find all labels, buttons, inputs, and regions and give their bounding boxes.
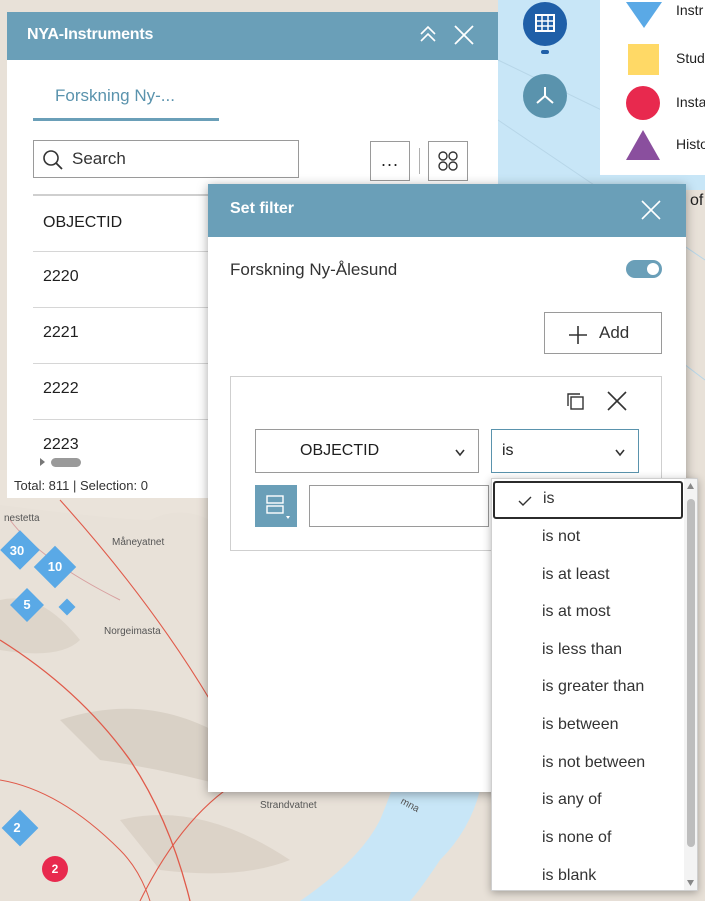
close-icon xyxy=(607,391,627,411)
row-divider xyxy=(33,419,213,420)
operator-select-value: is xyxy=(502,442,514,459)
close-icon xyxy=(454,25,474,45)
triangle-up-icon xyxy=(626,130,660,160)
cluster-marker[interactable]: 10 xyxy=(33,545,77,589)
operator-option[interactable]: is none of xyxy=(492,820,684,858)
operator-option[interactable]: is between xyxy=(492,707,684,745)
field-select-value: OBJECTID xyxy=(300,442,380,459)
legend-label: Instr xyxy=(676,2,704,18)
chevron-down-icon xyxy=(455,449,465,457)
panel-title: NYA-Instruments xyxy=(27,26,154,43)
chevron-down-icon xyxy=(615,449,625,457)
grid-circles-icon xyxy=(438,151,458,171)
row-divider xyxy=(33,307,213,308)
operator-option[interactable]: is blank xyxy=(492,858,684,896)
input-mode-button[interactable] xyxy=(255,485,297,527)
legend-label: Insta xyxy=(676,94,705,110)
value-input[interactable] xyxy=(309,485,489,527)
add-label: Add xyxy=(599,323,630,342)
table-row[interactable]: 2220 xyxy=(43,268,79,286)
map-label: nestetta xyxy=(4,513,40,524)
table-widget-button[interactable] xyxy=(523,2,567,46)
collapse-button[interactable] xyxy=(417,22,439,54)
cluster-marker[interactable]: 5 xyxy=(10,588,44,622)
scroll-down-icon xyxy=(687,880,694,886)
operator-option[interactable]: is not xyxy=(492,519,684,557)
square-icon xyxy=(628,44,659,75)
search-placeholder: Search xyxy=(72,149,126,168)
operator-option[interactable]: is any of xyxy=(492,782,684,820)
column-header-objectid[interactable]: OBJECTID xyxy=(43,214,122,232)
map-label: Norgeimasta xyxy=(104,626,161,637)
plus-icon xyxy=(569,326,587,344)
toolbar-divider xyxy=(419,148,420,174)
table-row[interactable]: 2221 xyxy=(43,324,79,342)
legend-partial-text: of xyxy=(690,192,704,209)
search-input[interactable]: Search xyxy=(33,140,299,178)
dialog-title: Set filter xyxy=(230,200,295,217)
table-row[interactable]: 2222 xyxy=(43,380,79,398)
tab-forskning[interactable]: Forskning Ny-... xyxy=(55,86,175,106)
field-select[interactable]: OBJECTID xyxy=(255,429,479,473)
more-options-button[interactable]: ... xyxy=(370,141,410,181)
legend-panel: Instr Stud Insta Histo xyxy=(600,0,705,175)
cluster-marker[interactable]: 2 xyxy=(1,809,39,847)
map-label: Strandvatnet xyxy=(260,800,317,811)
operator-option[interactable]: is at most xyxy=(492,594,684,632)
check-icon xyxy=(518,496,532,506)
layer-filter-toggle[interactable] xyxy=(626,260,662,278)
operator-option[interactable]: is not between xyxy=(492,745,684,783)
add-clause-button[interactable]: Add xyxy=(544,312,662,354)
operator-option[interactable]: is less than xyxy=(492,632,684,670)
circle-icon xyxy=(626,86,660,120)
layer-name: Forskning Ny-Ålesund xyxy=(230,260,398,279)
close-panel-button[interactable] xyxy=(451,22,477,54)
legend-label: Histo xyxy=(676,136,705,152)
table-icon xyxy=(535,14,555,32)
close-icon xyxy=(641,200,661,220)
cluster-marker[interactable]: 30 xyxy=(0,530,40,570)
tab-active-underline xyxy=(33,118,219,121)
operator-select[interactable]: is xyxy=(491,429,639,473)
operator-option-is[interactable]: is xyxy=(493,481,683,519)
point-marker[interactable] xyxy=(58,598,76,616)
map-label: Måneyatnet xyxy=(112,537,165,548)
row-divider xyxy=(33,251,213,252)
table-row[interactable]: 2223 xyxy=(43,436,79,454)
row-divider xyxy=(33,363,213,364)
dropdown-scroll-thumb[interactable] xyxy=(687,499,695,847)
operator-dropdown-list[interactable]: is is not is at least is at most is less… xyxy=(491,478,698,891)
operator-option[interactable]: is at least xyxy=(492,557,684,595)
remove-clause-button[interactable] xyxy=(605,389,629,418)
show-fields-button[interactable] xyxy=(428,141,468,181)
toggle-knob xyxy=(647,263,659,275)
copy-icon xyxy=(567,393,584,410)
double-chevron-up-icon xyxy=(420,25,436,42)
list-mode-icon xyxy=(266,495,290,519)
close-dialog-button[interactable] xyxy=(638,197,664,230)
horizontal-scrollbar[interactable] xyxy=(37,455,87,469)
legend-label: Stud xyxy=(676,50,705,66)
ellipsis-icon: ... xyxy=(380,150,399,170)
active-indicator xyxy=(541,50,549,54)
red-cluster-marker[interactable]: 2 xyxy=(42,856,68,882)
table-status: Total: 811 | Selection: 0 xyxy=(14,478,148,493)
dialog-header: Set filter xyxy=(208,184,686,237)
scroll-left-icon xyxy=(40,458,81,467)
operator-option[interactable]: is greater than xyxy=(492,669,684,707)
search-icon xyxy=(43,150,63,170)
panel-header: NYA-Instruments xyxy=(7,12,498,60)
analysis-widget-button[interactable] xyxy=(523,74,567,118)
duplicate-clause-button[interactable] xyxy=(565,391,587,418)
triangle-down-icon xyxy=(626,2,662,28)
network-icon xyxy=(536,87,554,104)
table-top-rule xyxy=(33,194,213,196)
scroll-up-icon xyxy=(687,483,694,489)
